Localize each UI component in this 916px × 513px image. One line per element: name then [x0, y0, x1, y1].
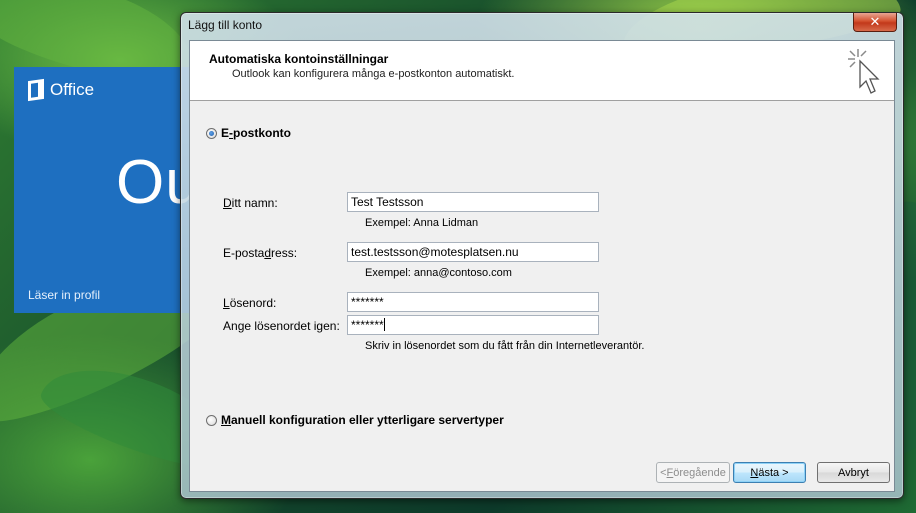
office-splash: Office Ou Läser in profil: [14, 67, 194, 313]
manual-config-label[interactable]: Manuell konfiguration eller ytterligare …: [221, 413, 504, 427]
header-title: Automatiska kontoinställningar: [209, 52, 389, 66]
email-label-post: postkonto: [233, 126, 292, 140]
name-label-rest: itt namn:: [231, 196, 278, 210]
office-brand: Office: [50, 80, 95, 99]
manual-label-rest: anuell konfiguration eller ytterligare s…: [231, 413, 504, 427]
password-input[interactable]: *******: [347, 292, 599, 312]
next-label-accel: N: [750, 466, 759, 479]
name-example: Exempel: Anna Lidman: [365, 217, 479, 229]
back-label-post: öregående: [673, 466, 726, 479]
cancel-button[interactable]: Avbryt: [817, 462, 890, 483]
confirm-password-label: Ange lösenordet igen:: [223, 319, 340, 333]
email-label-pre: E: [221, 126, 230, 140]
close-icon: ✕: [869, 14, 881, 29]
password-label: Lösenord:: [223, 296, 276, 310]
email-address-label-post: ress:: [271, 246, 298, 260]
email-account-label[interactable]: E-postkonto: [221, 126, 291, 140]
next-label-post: ästa >: [758, 466, 789, 479]
splash-status: Läser in profil: [28, 288, 101, 302]
add-account-dialog: Lägg till konto ✕ Automatiska kontoinstä…: [180, 12, 904, 499]
password-label-rest: ösenord:: [229, 296, 277, 310]
back-label-accel: F: [666, 466, 674, 479]
name-label-accel: D: [223, 196, 232, 210]
email-address-label: E-postadress:: [223, 246, 297, 260]
dialog-client-area: Automatiska kontoinställningar Outlook k…: [189, 40, 895, 492]
next-button[interactable]: Nästa >: [733, 462, 806, 483]
email-address-label-pre: E-posta: [223, 246, 265, 260]
back-button[interactable]: < Föregående: [656, 462, 730, 483]
dialog-title: Lägg till konto: [188, 18, 263, 32]
password-hint: Skriv in lösenordet som du fått från din…: [365, 340, 645, 352]
office-logo: Office: [28, 78, 95, 102]
manual-label-accel: M: [221, 413, 231, 427]
header-subtitle: Outlook kan konfigurera många e-postkont…: [232, 68, 515, 80]
password-label-accel: L: [223, 296, 230, 310]
email-account-radio[interactable]: [206, 128, 217, 139]
wizard-cursor-icon: [848, 49, 880, 94]
confirm-label-post: e lösenordet igen:: [244, 319, 340, 333]
manual-config-radio[interactable]: [206, 415, 217, 426]
office-logo-icon: [28, 78, 44, 102]
email-address-input[interactable]: test.testsson@motesplatsen.nu: [347, 242, 599, 262]
confirm-password-value: *******: [351, 318, 384, 332]
dialog-titlebar[interactable]: Lägg till konto ✕: [181, 13, 903, 39]
confirm-password-input[interactable]: *******: [347, 315, 599, 335]
email-example: Exempel: anna@contoso.com: [365, 267, 512, 279]
close-button[interactable]: ✕: [853, 13, 897, 32]
name-input[interactable]: Test Testsson: [347, 192, 599, 212]
name-label: Ditt namn:: [223, 196, 278, 210]
confirm-label-pre: An: [223, 319, 238, 333]
wizard-header: Automatiska kontoinställningar Outlook k…: [190, 41, 894, 101]
text-caret: [383, 318, 385, 331]
